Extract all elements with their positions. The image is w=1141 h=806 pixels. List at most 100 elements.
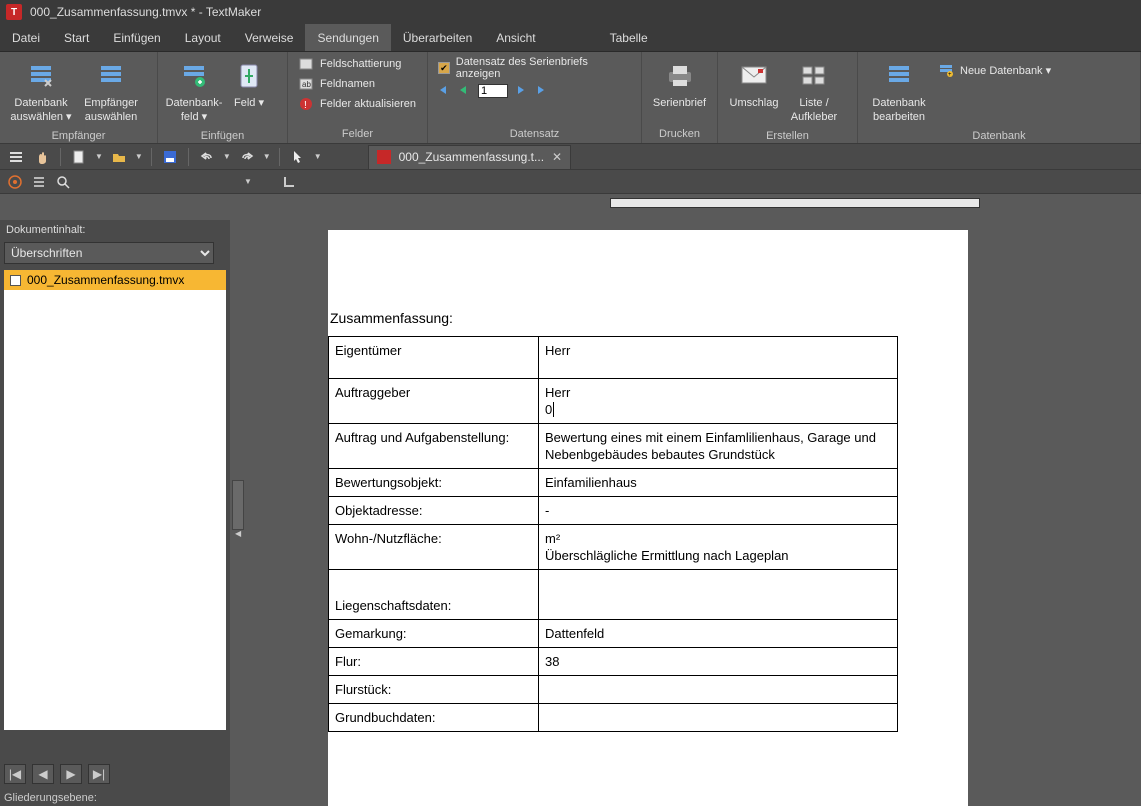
field-shading-button[interactable]: Feldschattierung xyxy=(294,54,421,74)
row-value[interactable]: Einfamilienhaus xyxy=(539,469,898,497)
ribbon-tab-sendungen[interactable]: Sendungen xyxy=(305,24,390,51)
edit-database-button[interactable]: Datenbank bearbeiten xyxy=(864,56,934,128)
update-fields-button[interactable]: ! Felder aktualisieren xyxy=(294,94,421,114)
row-value[interactable] xyxy=(539,704,898,732)
close-tab-icon[interactable]: ✕ xyxy=(552,150,562,164)
dropdown-arrow-icon[interactable]: ▼ xyxy=(135,152,143,161)
table-row: Grundbuchdaten: xyxy=(329,704,898,732)
button-label: Datenbank­feld ▾ xyxy=(166,96,223,124)
group-label: Datenbank xyxy=(858,128,1140,145)
ribbon-tab-datei[interactable]: Datei xyxy=(0,24,52,51)
new-db-icon: + xyxy=(938,62,954,78)
first-button[interactable]: |◀ xyxy=(4,764,26,784)
group-label: Felder xyxy=(288,126,427,143)
dropdown-arrow-icon[interactable]: ▼ xyxy=(314,152,322,161)
separator xyxy=(151,148,152,166)
labels-button[interactable]: Liste / Aufkleber xyxy=(784,56,844,128)
dropdown-arrow-icon[interactable]: ▼ xyxy=(263,152,271,161)
ribbon-tabs: DateiStartEinfügenLayoutVerweiseSendunge… xyxy=(0,24,1141,52)
window-title: 000_Zusammenfassung.tmvx * - TextMaker xyxy=(30,5,261,19)
next-record-button[interactable] xyxy=(516,85,528,97)
row-value[interactable]: 38 xyxy=(539,648,898,676)
label: Feldschattierung xyxy=(320,58,401,70)
label: Felder aktualisieren xyxy=(320,98,416,110)
last-button[interactable]: ▶| xyxy=(88,764,110,784)
ribbon-group-datensatz: ✔ Datensatz des Serienbriefs anzeigen Da… xyxy=(428,52,642,143)
fieldnames-icon: ab xyxy=(298,76,314,92)
ribbon-tab-layout[interactable]: Layout xyxy=(173,24,233,51)
svg-text:ab: ab xyxy=(302,80,311,89)
db-field-icon xyxy=(178,60,210,92)
search-icon[interactable] xyxy=(54,173,72,191)
next-button[interactable]: ▶ xyxy=(60,764,82,784)
row-value[interactable] xyxy=(539,676,898,704)
select-recipients-button[interactable]: Empfänger auswählen xyxy=(76,56,146,128)
row-value[interactable]: - xyxy=(539,497,898,525)
list-icon[interactable] xyxy=(30,173,48,191)
group-label: Drucken xyxy=(642,126,717,143)
dropdown-arrow-icon[interactable]: ▼ xyxy=(244,177,252,186)
table-row: Wohn-/Nutzfläche: m²Überschlägliche Ermi… xyxy=(329,525,898,570)
row-value[interactable]: m²Überschlägliche Ermittlung nach Lagepl… xyxy=(539,525,898,570)
save-icon[interactable] xyxy=(160,147,180,167)
row-label: Auftraggeber xyxy=(329,379,539,424)
pointer-icon[interactable] xyxy=(288,147,308,167)
show-record-toggle[interactable]: ✔ Datensatz des Serienbriefs anzeigen xyxy=(434,54,635,82)
row-label: Objektadresse: xyxy=(329,497,539,525)
table-row: Gemarkung:Dattenfeld xyxy=(329,620,898,648)
row-label: Bewertungsobjekt: xyxy=(329,469,539,497)
serienbrief-button[interactable]: Serienbrief xyxy=(648,56,711,114)
last-record-button[interactable] xyxy=(536,85,548,97)
row-label: Wohn-/Nutzfläche: xyxy=(329,525,539,570)
row-label: Gemarkung: xyxy=(329,620,539,648)
ribbon-tab-verweise[interactable]: Verweise xyxy=(233,24,306,51)
dropdown-arrow-icon[interactable]: ▼ xyxy=(223,152,231,161)
separator xyxy=(279,148,280,166)
outline-mode-dropdown[interactable]: Überschriften xyxy=(4,242,214,264)
ruler-track[interactable] xyxy=(610,198,980,208)
field-names-button[interactable]: ab Feldnamen xyxy=(294,74,421,94)
document-tab[interactable]: 000_Zusammenfassung.t... ✕ xyxy=(368,145,571,169)
field-button[interactable]: Feld ▾ xyxy=(224,56,274,114)
svg-text:!: ! xyxy=(304,100,307,111)
label: Neue Datenbank ▾ xyxy=(960,64,1051,77)
database-field-button[interactable]: Datenbank­feld ▾ xyxy=(164,56,224,128)
database-icon xyxy=(25,60,57,92)
corner-icon xyxy=(280,173,298,191)
redo-icon[interactable] xyxy=(237,147,257,167)
ribbon-tab-überarbeiten[interactable]: Überarbeiten xyxy=(391,24,484,51)
envelope-button[interactable]: Umschlag xyxy=(724,56,784,114)
ribbon-tab-tabelle[interactable]: Tabelle xyxy=(598,24,660,51)
row-value[interactable]: Bewertung eines mit einem Einfamlilienha… xyxy=(539,424,898,469)
target-icon[interactable] xyxy=(6,173,24,191)
button-label: Empfänger auswählen xyxy=(78,96,144,124)
document-area: Zusammenfassung: EigentümerHerrAuftragge… xyxy=(250,214,1141,806)
select-database-button[interactable]: Datenbank auswählen ▾ xyxy=(6,56,76,128)
panel-collapse-grip[interactable] xyxy=(232,480,244,530)
row-value[interactable]: Herr0 xyxy=(539,379,898,424)
new-doc-icon[interactable] xyxy=(69,147,89,167)
doc-heading: Zusammenfassung: xyxy=(328,310,968,336)
row-value[interactable]: Dattenfeld xyxy=(539,620,898,648)
outline-item-label: 000_Zusammenfassung.tmvx xyxy=(27,273,184,287)
prev-button[interactable]: ◀ xyxy=(32,764,54,784)
hand-icon[interactable] xyxy=(32,147,52,167)
page[interactable]: Zusammenfassung: EigentümerHerrAuftragge… xyxy=(328,230,968,806)
ribbon-tab-einfügen[interactable]: Einfügen xyxy=(101,24,172,51)
new-database-button[interactable]: + Neue Datenbank ▾ xyxy=(934,60,1055,80)
menu-icon[interactable] xyxy=(6,147,26,167)
record-number-input[interactable] xyxy=(478,84,508,98)
open-icon[interactable] xyxy=(109,147,129,167)
separator xyxy=(60,148,61,166)
row-value[interactable] xyxy=(539,570,898,620)
first-record-button[interactable] xyxy=(438,85,450,97)
undo-icon[interactable] xyxy=(197,147,217,167)
dropdown-arrow-icon[interactable]: ▼ xyxy=(95,152,103,161)
table-row: Flur:38 xyxy=(329,648,898,676)
ribbon-tab-start[interactable]: Start xyxy=(52,24,101,51)
ribbon-tab-ansicht[interactable]: Ansicht xyxy=(484,24,547,51)
checkbox-icon[interactable] xyxy=(10,275,21,286)
prev-record-button[interactable] xyxy=(458,85,470,97)
outline-item[interactable]: 000_Zusammenfassung.tmvx xyxy=(4,270,226,290)
row-value[interactable]: Herr xyxy=(539,337,898,379)
